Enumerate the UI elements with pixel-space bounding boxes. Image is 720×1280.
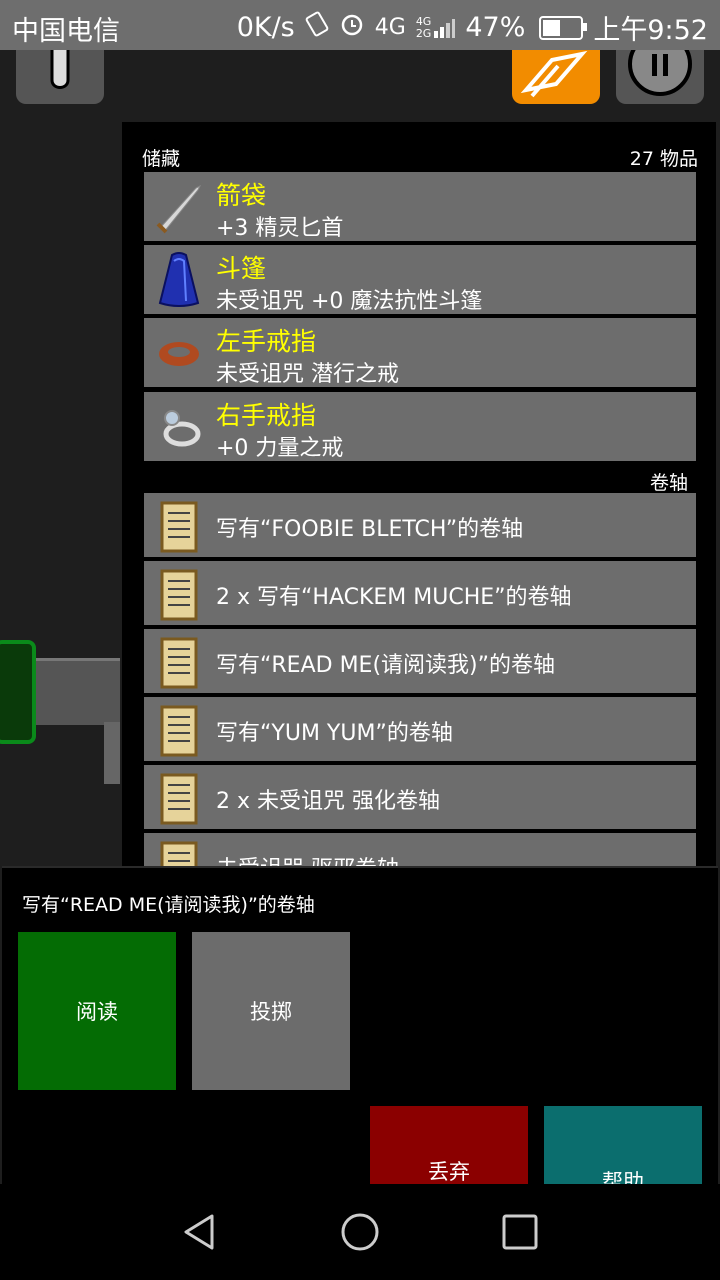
dagger-icon <box>156 184 202 234</box>
character-button[interactable] <box>16 50 104 104</box>
scroll-icon <box>160 501 198 553</box>
equipped-item-cloak[interactable]: 斗篷 未受诅咒 +0 魔法抗性斗篷 <box>144 245 696 314</box>
recents-icon[interactable] <box>500 1212 540 1252</box>
drop-button[interactable]: 丢弃 <box>370 1106 528 1186</box>
scroll-icon <box>160 569 198 621</box>
signal-2g-small: 2G <box>415 26 432 40</box>
cloak-icon <box>158 252 200 307</box>
dungeon-door <box>0 640 36 744</box>
item-name: +0 力量之戒 <box>216 436 344 461</box>
item-slot: 右手戒指 <box>216 401 317 430</box>
dungeon-wall-segment <box>104 722 120 784</box>
read-button[interactable]: 阅读 <box>18 932 176 1090</box>
read-label: 阅读 <box>76 1000 118 1024</box>
item-slot: 左手戒指 <box>216 327 317 356</box>
inventory-panel: 储藏 27 物品 箭袋 +3 精灵匕首 斗篷 未受诅咒 +0 魔法抗性斗篷 左手… <box>122 122 716 866</box>
scroll-item[interactable]: 写有“FOOBIE BLETCH”的卷轴 <box>144 493 696 557</box>
home-icon[interactable] <box>340 1212 380 1252</box>
item-slot: 箭袋 <box>216 181 267 210</box>
scroll-icon <box>160 773 198 825</box>
inventory-count: 27 物品 <box>629 148 698 170</box>
selected-item-title: 写有“READ ME(请阅读我)”的卷轴 <box>22 894 315 916</box>
help-button[interactable]: 帮助 <box>544 1106 702 1194</box>
signal-4g-small: 4G <box>415 14 432 28</box>
scroll-icon <box>160 841 198 866</box>
section-scrolls-label: 卷轴 <box>649 472 688 494</box>
pause-icon <box>628 50 692 96</box>
copper-ring-icon <box>159 342 199 366</box>
item-action-sheet: 写有“READ ME(请阅读我)”的卷轴 阅读 投掷 丢弃 帮助 <box>2 866 718 1194</box>
scroll-item[interactable]: 未受诅咒 驱邪卷轴 <box>144 833 696 866</box>
navigation-bar <box>0 1184 720 1280</box>
carrier-name: 中国电信 <box>12 16 120 47</box>
throw-button[interactable]: 投掷 <box>192 932 350 1090</box>
equipped-item-left-ring[interactable]: 左手戒指 未受诅咒 潜行之戒 <box>144 318 696 387</box>
spell-button[interactable] <box>512 50 600 104</box>
inventory-header: 储藏 27 物品 <box>142 144 698 171</box>
item-name: 未受诅咒 潜行之戒 <box>216 362 399 387</box>
item-name: 写有“FOOBIE BLETCH”的卷轴 <box>216 517 524 542</box>
dual-signal-icon: 4G 2G <box>415 14 456 40</box>
clock: 上午9:52 <box>593 15 708 46</box>
item-name: 未受诅咒 +0 魔法抗性斗篷 <box>216 289 483 314</box>
alarm-icon <box>339 11 365 44</box>
back-icon[interactable] <box>180 1212 220 1252</box>
battery-percent: 47% <box>465 12 526 43</box>
equipped-item-right-ring[interactable]: 右手戒指 +0 力量之戒 <box>144 392 696 461</box>
status-bar: 中国电信 0K/s 4G 4G 2G 47% 上午9:52 <box>0 0 720 50</box>
scroll-item[interactable]: 写有“YUM YUM”的卷轴 <box>144 697 696 761</box>
drop-label: 丢弃 <box>428 1160 470 1184</box>
scroll-item[interactable]: 2 x 写有“HACKEM MUCHE”的卷轴 <box>144 561 696 625</box>
net-speed: 0K/s <box>236 12 295 43</box>
equipped-item-quiver[interactable]: 箭袋 +3 精灵匕首 <box>144 172 696 241</box>
dungeon-wall <box>24 658 120 725</box>
vibrate-icon <box>305 11 329 44</box>
scroll-item[interactable]: 2 x 未受诅咒 强化卷轴 <box>144 765 696 829</box>
item-name: 未受诅咒 驱邪卷轴 <box>216 851 399 866</box>
item-slot: 斗篷 <box>216 254 267 283</box>
scroll-icon <box>160 637 198 689</box>
scroll-item[interactable]: 写有“READ ME(请阅读我)”的卷轴 <box>144 629 696 693</box>
spellbook-icon <box>520 50 588 98</box>
item-name: 写有“YUM YUM”的卷轴 <box>216 721 453 746</box>
item-name: 2 x 未受诅咒 强化卷轴 <box>216 789 440 814</box>
inventory-title: 储藏 <box>142 148 181 170</box>
item-name: +3 精灵匕首 <box>216 216 344 241</box>
person-icon <box>50 50 70 89</box>
item-name: 2 x 写有“HACKEM MUCHE”的卷轴 <box>216 585 572 610</box>
signal-4g-label: 4G <box>374 15 406 40</box>
status-icons: 0K/s 4G 4G 2G 47% 上午9:52 <box>237 8 708 47</box>
battery-icon <box>539 15 588 40</box>
pause-button[interactable] <box>616 50 704 104</box>
throw-label: 投掷 <box>250 1000 292 1024</box>
item-name: 写有“READ ME(请阅读我)”的卷轴 <box>216 653 556 678</box>
scroll-icon <box>160 705 198 757</box>
silver-ring-icon <box>163 410 201 447</box>
